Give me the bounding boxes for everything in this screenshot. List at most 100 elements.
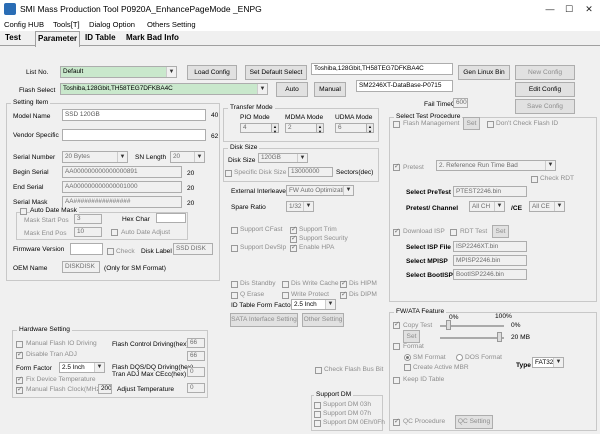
specific-disk-size-input[interactable]: 13000000 bbox=[288, 167, 333, 177]
list-no-select[interactable]: Default ▼ bbox=[60, 66, 177, 78]
gen-linux-bin-button[interactable]: Gen Linux Bin bbox=[458, 65, 510, 80]
maximize-icon[interactable]: ☐ bbox=[563, 2, 575, 16]
pretest-select[interactable]: 2. Reference Run Time Bad ▼ bbox=[436, 160, 556, 171]
mdma-mode-input[interactable]: 2 bbox=[285, 123, 317, 133]
pio-mode-input[interactable]: 4 bbox=[240, 123, 272, 133]
rdt-test-checkbox[interactable] bbox=[450, 229, 457, 236]
form-factor-select[interactable]: 2.5 Inch ▼ bbox=[59, 362, 105, 373]
tran-adj-input[interactable]: 0 bbox=[187, 367, 205, 377]
disk-label-input[interactable]: SSD DISK bbox=[173, 243, 213, 255]
disk-size-select[interactable]: 120GB ▼ bbox=[258, 153, 308, 163]
manual-button[interactable]: Manual bbox=[314, 82, 346, 97]
dis-write-cache-checkbox[interactable] bbox=[282, 281, 289, 288]
minimize-icon[interactable]: — bbox=[544, 2, 556, 16]
disable-tran-adj-checkbox[interactable] bbox=[16, 350, 23, 359]
dont-check-flash-id-checkbox[interactable] bbox=[487, 121, 494, 128]
q-erase-checkbox[interactable] bbox=[231, 292, 238, 299]
mask-start-pos-input[interactable]: 3 bbox=[74, 214, 102, 224]
ce-select[interactable]: All CE ▼ bbox=[529, 201, 565, 212]
flash-management-checkbox[interactable] bbox=[393, 121, 400, 128]
edit-config-button[interactable]: Edit Config bbox=[515, 82, 575, 97]
other-setting-button[interactable]: Other Setting bbox=[302, 313, 344, 327]
begin-serial-input[interactable]: AA000000000000000891 bbox=[62, 166, 182, 178]
flash-control-driving-input[interactable]: 66 bbox=[187, 338, 205, 348]
menu-dialog-option[interactable]: Dialog Option bbox=[89, 20, 135, 29]
end-serial-input[interactable]: AA000000000000001000 bbox=[62, 181, 182, 193]
specific-disk-size-checkbox[interactable] bbox=[225, 170, 232, 177]
sata-interface-setting-button[interactable]: SATA Interface Setting bbox=[230, 313, 298, 327]
download-isp-checkbox[interactable] bbox=[393, 227, 400, 236]
sn-length-select[interactable]: 20 ▼ bbox=[170, 151, 205, 163]
flash-select-dropdown[interactable]: Toshiba,128Gbit,TH58TEG7DFKBA4C ▼ bbox=[60, 83, 268, 95]
manual-flash-clock-input[interactable]: 200 bbox=[98, 384, 112, 394]
tab-id-table[interactable]: ID Table bbox=[83, 33, 118, 46]
menu-config-hub[interactable]: Config HUB bbox=[4, 20, 44, 29]
select-isp-file-input[interactable]: ISP2246XT.bin bbox=[453, 241, 527, 252]
auto-button[interactable]: Auto bbox=[276, 82, 308, 97]
auto-date-mask-checkbox[interactable] bbox=[20, 208, 27, 215]
manual-flash-clock-checkbox[interactable] bbox=[16, 385, 23, 394]
mdma-mode-spinner[interactable]: ▲ ▼ bbox=[316, 123, 324, 134]
mask-end-pos-input[interactable]: 10 bbox=[74, 227, 102, 237]
support-cfast-checkbox[interactable] bbox=[231, 227, 238, 234]
flash-dqs-input[interactable]: 66 bbox=[187, 351, 205, 361]
support-trim-checkbox[interactable] bbox=[290, 225, 297, 234]
udma-mode-input[interactable]: 6 bbox=[335, 123, 367, 133]
tab-parameter[interactable]: Parameter bbox=[35, 31, 81, 47]
dos-format-radio[interactable] bbox=[456, 354, 463, 361]
enable-hpa-checkbox[interactable] bbox=[290, 243, 297, 252]
fail-timeout-input[interactable]: 600 bbox=[453, 98, 468, 108]
save-config-button[interactable]: Save Config bbox=[515, 99, 575, 114]
dis-standby-checkbox[interactable] bbox=[231, 281, 238, 288]
copy-test-checkbox[interactable] bbox=[393, 320, 400, 329]
menu-tools[interactable]: Tools[T] bbox=[53, 20, 80, 29]
pretest-channel-select[interactable]: All CH ▼ bbox=[469, 201, 505, 212]
dis-hipm-checkbox[interactable] bbox=[340, 279, 347, 288]
type-select[interactable]: FAT32 ▼ bbox=[532, 357, 564, 368]
check-checkbox[interactable] bbox=[107, 248, 114, 255]
support-dm-0e-checkbox[interactable] bbox=[314, 420, 321, 427]
check-rdt-checkbox[interactable] bbox=[531, 176, 538, 183]
spare-ratio-select[interactable]: 1/32 ▼ bbox=[286, 201, 314, 212]
model-name-input[interactable]: SSD 120GB bbox=[62, 109, 206, 121]
select-bootisp-input[interactable]: BootISP2246.bin bbox=[453, 269, 527, 280]
fix-device-temperature-checkbox[interactable] bbox=[16, 375, 23, 384]
qc-procedure-checkbox[interactable] bbox=[393, 417, 400, 426]
select-mpisp-input[interactable]: MPISP2246.bin bbox=[453, 255, 527, 266]
manual-flash-io-driving-checkbox[interactable] bbox=[16, 341, 23, 348]
qc-setting-button[interactable]: QC Setting bbox=[455, 415, 493, 429]
create-active-mbr-checkbox[interactable] bbox=[404, 364, 411, 371]
select-pretest-input[interactable]: PTEST2246.bin bbox=[453, 186, 527, 197]
tab-mark-bad-info[interactable]: Mark Bad Info bbox=[124, 33, 181, 46]
keep-id-table-checkbox[interactable] bbox=[393, 377, 400, 384]
auto-date-adjust-checkbox[interactable] bbox=[111, 229, 118, 236]
close-icon[interactable]: ✕ bbox=[583, 2, 595, 16]
format-checkbox[interactable] bbox=[393, 343, 400, 350]
dis-dipm-checkbox[interactable] bbox=[340, 290, 347, 299]
load-config-button[interactable]: Load Config bbox=[187, 65, 237, 80]
rdt-test-set-button[interactable]: Set bbox=[492, 225, 509, 238]
check-flash-bus-bit-checkbox[interactable] bbox=[315, 367, 322, 374]
udma-mode-spinner[interactable]: ▲ ▼ bbox=[366, 123, 374, 134]
serial-mask-input[interactable]: AA################ bbox=[62, 196, 182, 208]
support-dm-07h-checkbox[interactable] bbox=[314, 411, 321, 418]
serial-number-select[interactable]: 20 Bytes ▼ bbox=[62, 151, 128, 163]
vendor-specific-input[interactable] bbox=[62, 129, 206, 141]
copy-test-slider-thumb[interactable] bbox=[446, 320, 451, 330]
hex-char-input[interactable] bbox=[156, 213, 186, 223]
pio-mode-spinner[interactable]: ▲ ▼ bbox=[271, 123, 279, 134]
external-interleave-select[interactable]: FW Auto Optimization ▼ bbox=[286, 185, 354, 196]
set-default-select-button[interactable]: Set Default Select bbox=[245, 65, 307, 80]
write-protect-checkbox[interactable] bbox=[282, 292, 289, 299]
copy-size-slider-thumb[interactable] bbox=[497, 332, 502, 342]
sm-format-radio[interactable] bbox=[404, 354, 411, 361]
id-table-form-factor-select[interactable]: 2.5 Inch ▼ bbox=[291, 299, 336, 310]
oem-name-input[interactable]: DISKDISK bbox=[62, 261, 100, 273]
firmware-version-input[interactable] bbox=[70, 243, 103, 255]
copy-size-slider-track[interactable] bbox=[440, 337, 504, 339]
adjust-temperature-input[interactable]: 0 bbox=[187, 383, 205, 393]
new-config-button[interactable]: New Config bbox=[515, 65, 575, 80]
support-devslp-checkbox[interactable] bbox=[231, 245, 238, 252]
support-security-checkbox[interactable] bbox=[290, 234, 297, 243]
pretest-checkbox[interactable] bbox=[393, 162, 400, 171]
